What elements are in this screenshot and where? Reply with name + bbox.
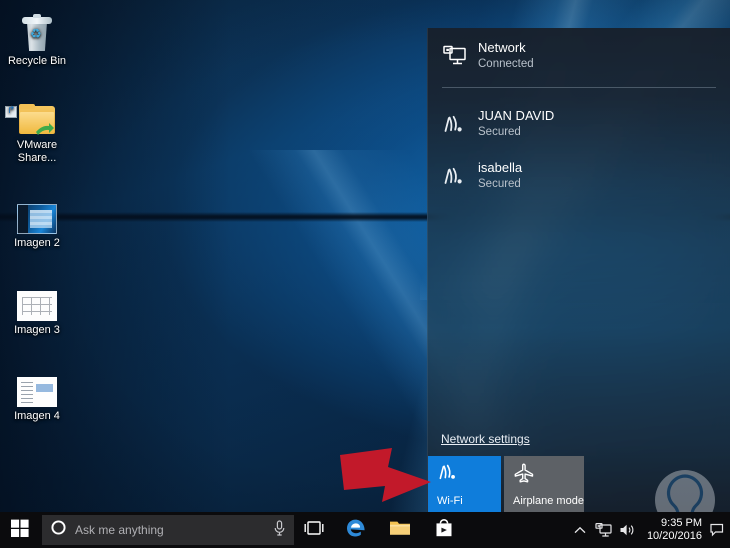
clock-date: 10/20/2016 [646, 530, 702, 542]
taskbar-app-edge[interactable] [334, 512, 378, 548]
desktop-icon-label: Imagen 4 [14, 410, 60, 422]
start-button[interactable] [0, 512, 40, 548]
search-placeholder: Ask me anything [75, 523, 164, 537]
desktop-icon-imagen-2[interactable]: Imagen 2 [0, 190, 74, 250]
desktop-icon-label: Imagen 2 [14, 237, 60, 249]
image-thumbnail-icon [0, 363, 74, 407]
action-center-icon[interactable] [710, 512, 724, 548]
wifi-network-isabella[interactable]: isabella Secured [428, 150, 730, 202]
search-input[interactable]: Ask me anything [42, 515, 294, 545]
chevron-up-icon[interactable] [568, 512, 592, 548]
file-explorer-icon [389, 518, 411, 542]
taskbar-app-store[interactable] [422, 512, 466, 548]
airplane-icon [513, 463, 576, 488]
taskbar[interactable]: Ask me anything 9:35 PM 10/20/2016 [0, 512, 730, 548]
wifi-icon [442, 166, 478, 186]
network-name: Network [478, 39, 526, 55]
volume-icon[interactable] [616, 512, 640, 548]
desktop-icon-imagen-4[interactable]: Imagen 4 [0, 363, 74, 423]
tile-airplane-mode[interactable]: Airplane mode [504, 456, 584, 512]
task-view-button[interactable] [294, 512, 334, 548]
desktop-icon-recycle-bin[interactable]: ♻ Recycle Bin [0, 8, 74, 68]
cortana-circle-icon [51, 520, 66, 540]
flyout-divider [442, 87, 716, 88]
folder-shortcut-icon [0, 92, 74, 136]
wifi-ssid: JUAN DAVID [478, 108, 555, 123]
wifi-security: Secured [478, 126, 521, 138]
red-arrow-annotation [336, 443, 436, 505]
desktop-icon-label: Recycle Bin [7, 55, 67, 67]
desktop-icon-label: Imagen 3 [14, 324, 60, 336]
wifi-security: Secured [478, 178, 521, 190]
ethernet-icon [442, 45, 478, 67]
microphone-icon[interactable] [273, 519, 286, 541]
taskbar-app-file-explorer[interactable] [378, 512, 422, 548]
desktop-icon-imagen-3[interactable]: Imagen 3 [0, 277, 74, 337]
image-thumbnail-icon [0, 190, 74, 234]
network-icon[interactable] [592, 512, 616, 548]
desktop-icon-vmware-share[interactable]: VMware Share... [0, 92, 74, 165]
wifi-icon [442, 114, 478, 134]
store-icon [434, 517, 454, 543]
clock-time: 9:35 PM [661, 517, 702, 529]
windows-logo-icon [11, 519, 29, 542]
system-tray: 9:35 PM 10/20/2016 [568, 512, 730, 548]
desktop-icon-label: VMware Share... [16, 139, 58, 164]
wifi-ssid: isabella [478, 160, 523, 175]
recycle-bin-icon: ♻ [0, 8, 74, 52]
wifi-network-juan-david[interactable]: JUAN DAVID Secured [428, 98, 730, 150]
clock[interactable]: 9:35 PM 10/20/2016 [640, 517, 710, 543]
edge-icon [345, 517, 367, 544]
wifi-network-list: JUAN DAVID Secured isabella Secured [428, 94, 730, 202]
network-row-ethernet[interactable]: Network Connected [428, 28, 730, 83]
tile-wifi[interactable]: Wi-Fi [428, 456, 501, 512]
tile-label: Wi-Fi [437, 495, 463, 507]
network-status: Connected [478, 57, 534, 70]
wifi-icon [437, 463, 493, 486]
task-view-icon [303, 520, 325, 541]
network-flyout[interactable]: Network Connected JUAN DAVID Secured isa… [427, 28, 730, 512]
image-thumbnail-icon [0, 277, 74, 321]
network-settings-link[interactable]: Network settings [441, 432, 530, 446]
tile-label: Airplane mode [513, 495, 584, 507]
